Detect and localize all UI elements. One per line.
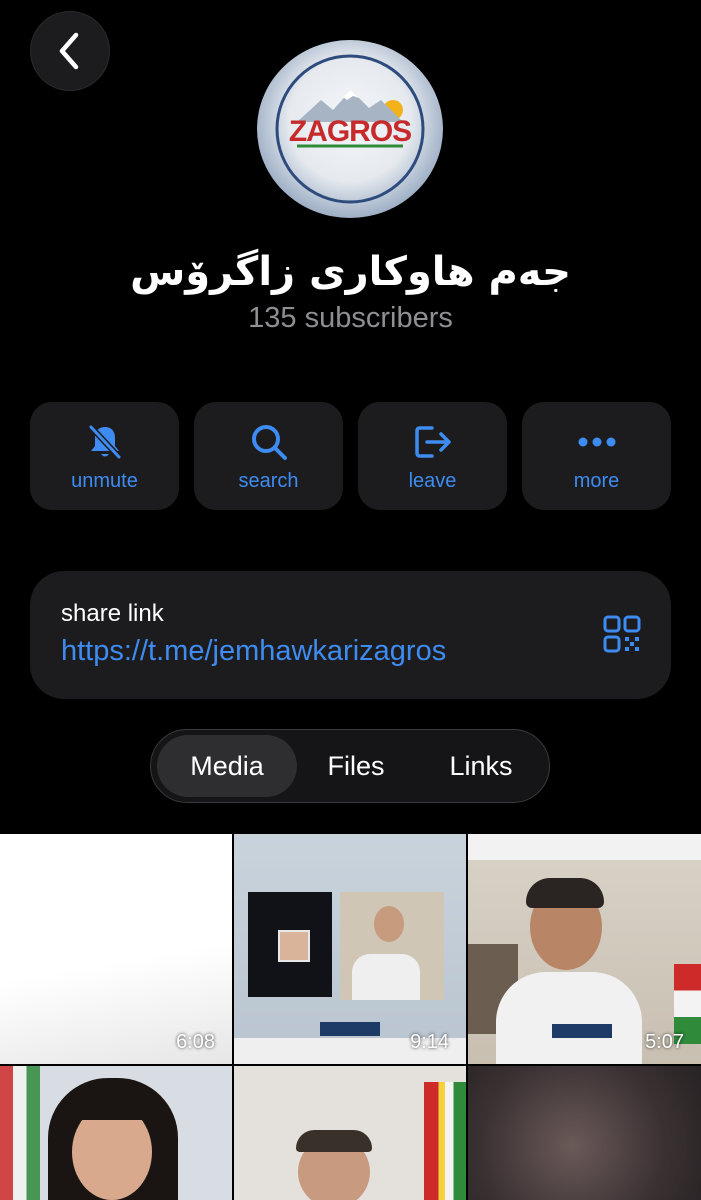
share-link-url[interactable]: https://t.me/jemhawkarizagros <box>61 635 446 668</box>
media-item[interactable] <box>234 1066 466 1200</box>
chevron-left-icon <box>59 32 79 70</box>
search-button[interactable]: search <box>194 402 343 510</box>
leave-button[interactable]: leave <box>358 402 507 510</box>
media-grid: 6:08 9:14 5:07 <box>0 834 701 1200</box>
share-link-title: share link <box>61 600 164 627</box>
search-icon <box>251 425 287 460</box>
more-button[interactable]: more <box>522 402 671 510</box>
media-item[interactable] <box>0 1066 232 1200</box>
video-duration: 9:14 <box>410 1031 449 1053</box>
tab-files[interactable]: Files <box>301 730 411 802</box>
media-item[interactable]: 5:07 <box>468 834 701 1064</box>
media-item[interactable]: 6:08 <box>0 834 232 1064</box>
subscriber-count: 135 subscribers <box>248 302 453 334</box>
leave-label: leave <box>408 470 457 492</box>
channel-avatar[interactable]: ZAGROS <box>257 40 443 218</box>
unmute-label: unmute <box>71 470 138 492</box>
bell-slash-icon <box>88 424 121 460</box>
logo-text: ZAGROS <box>289 115 411 148</box>
tab-links[interactable]: Links <box>421 730 541 802</box>
unmute-button[interactable]: unmute <box>30 402 179 510</box>
media-tabs: Media Files Links <box>150 729 550 803</box>
tab-media[interactable]: Media <box>157 730 297 802</box>
media-item[interactable] <box>468 1066 701 1200</box>
media-item[interactable]: 9:14 <box>234 834 466 1064</box>
search-label: search <box>238 470 299 492</box>
share-link-card[interactable]: share link https://t.me/jemhawkarizagros <box>30 571 671 699</box>
leave-icon <box>414 426 451 458</box>
zagros-logo: ZAGROS <box>275 54 425 204</box>
more-label: more <box>573 470 620 492</box>
channel-title: جەم هاوكاری زاگرۆس <box>130 249 571 295</box>
action-bar: unmute search leave more <box>30 402 671 510</box>
back-button[interactable] <box>30 11 110 91</box>
video-duration: 6:08 <box>176 1031 215 1053</box>
qr-code-icon[interactable] <box>603 615 641 653</box>
ellipsis-icon <box>578 437 615 447</box>
video-duration: 5:07 <box>645 1031 684 1053</box>
